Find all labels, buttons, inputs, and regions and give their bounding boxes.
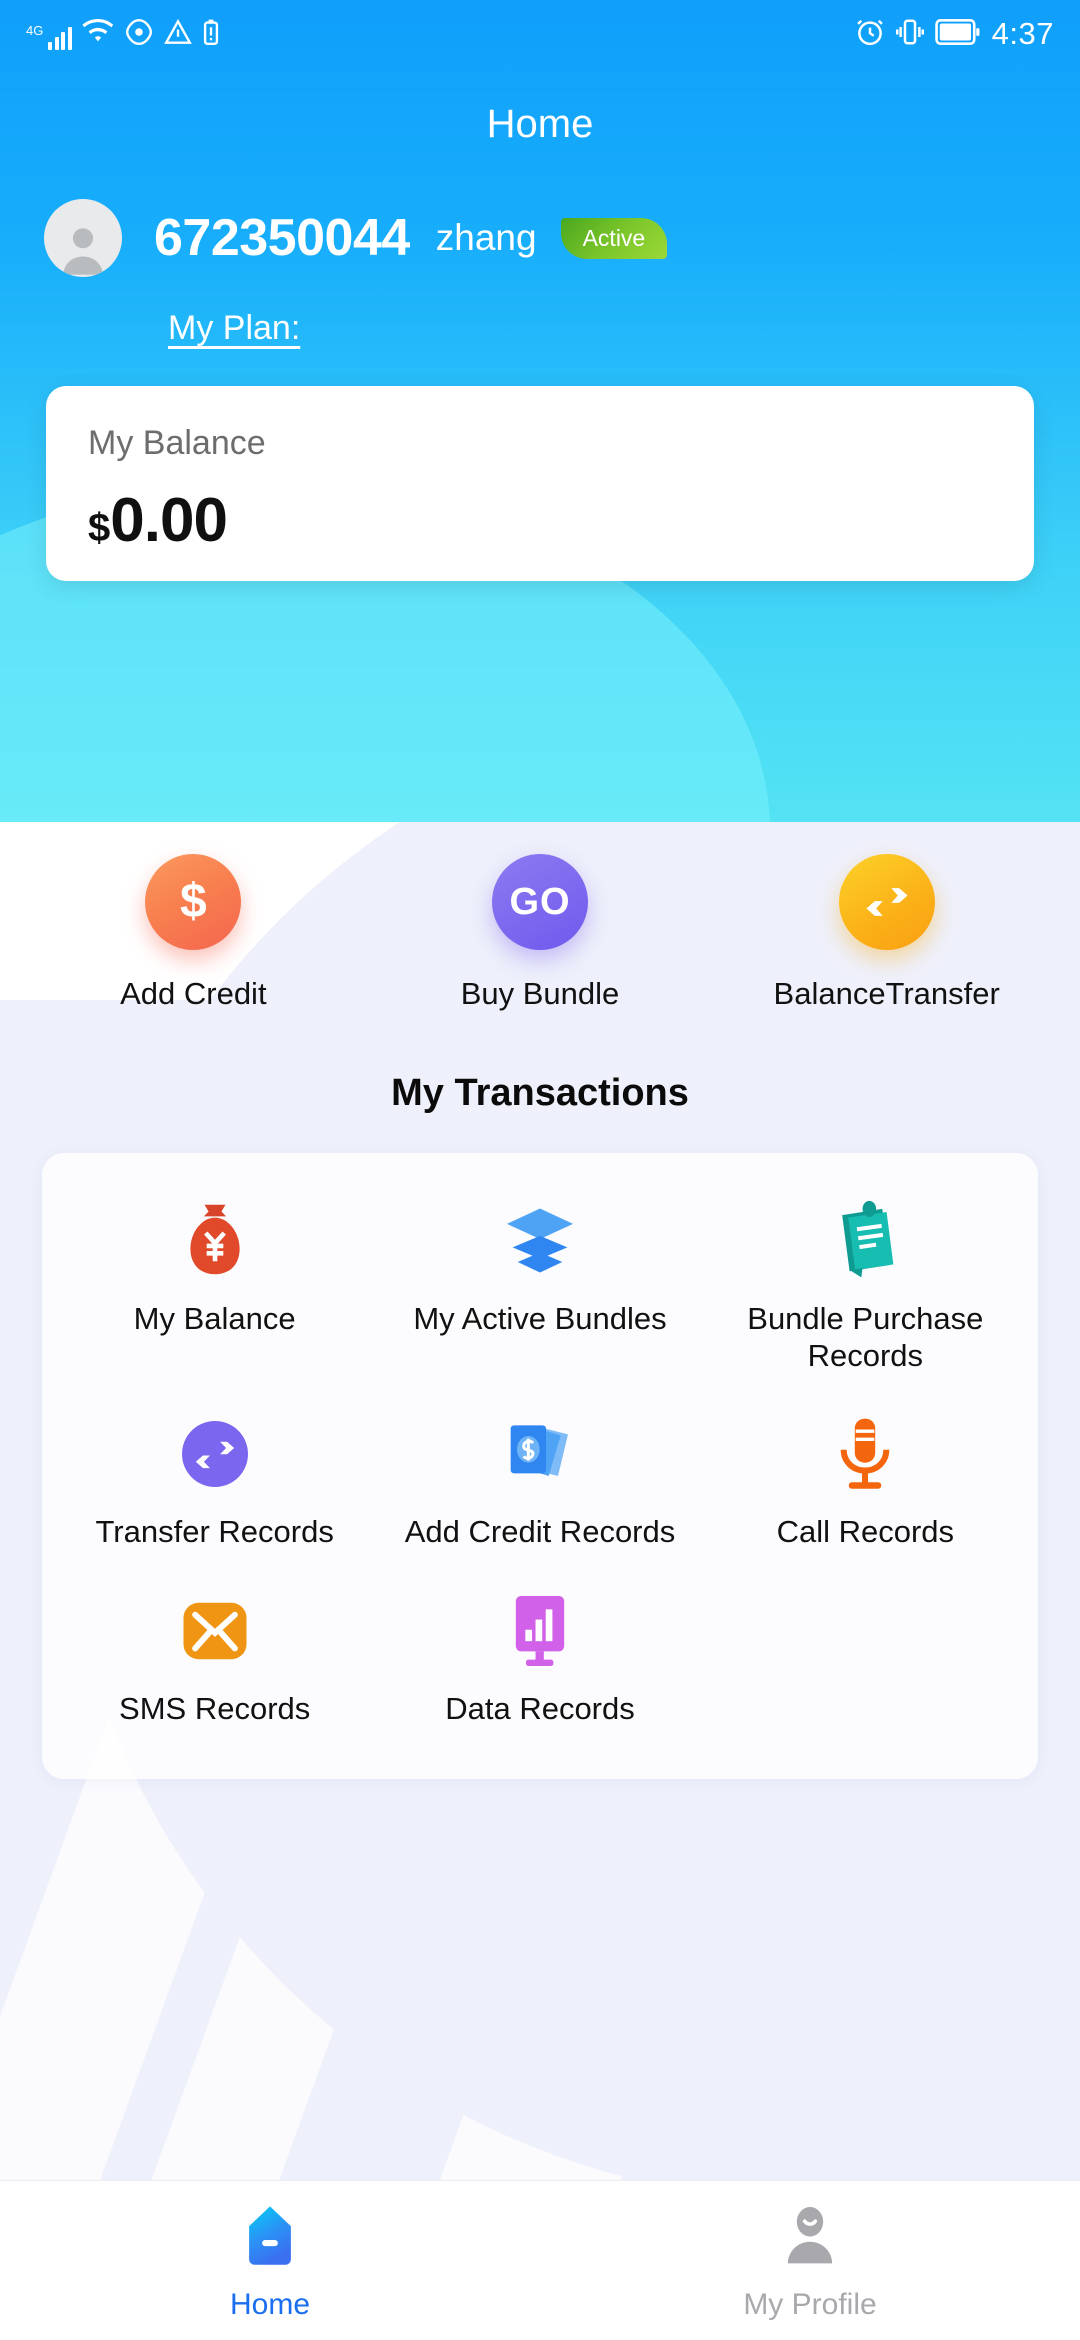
tx-label: Transfer Records <box>95 1514 334 1550</box>
banknotes-icon <box>510 1425 568 1477</box>
tx-item-data-records[interactable]: Data Records <box>377 1569 702 1746</box>
tx-item-sms-records[interactable]: SMS Records <box>52 1569 377 1746</box>
tx-item-my-balance[interactable]: My Balance <box>52 1179 377 1392</box>
monitor-chart-icon <box>515 1595 565 1666</box>
person-icon <box>787 2206 833 2263</box>
tx-icon-wrap <box>500 1195 580 1287</box>
tx-label: My Active Bundles <box>413 1301 667 1336</box>
nav-icon-wrap <box>781 2200 839 2272</box>
home-icon <box>249 2205 291 2265</box>
page-title: Home <box>486 102 594 146</box>
nav-item-my-profile[interactable]: My Profile <box>540 2181 1080 2340</box>
person-avatar-icon <box>63 228 103 275</box>
envelope-icon <box>183 1602 247 1659</box>
status-badge: Active <box>560 217 668 259</box>
quick-actions: $ Add Credit GO Buy Bundle BalanceTransf… <box>0 854 1080 1012</box>
transactions-card: My Balance My Active Bundles Bundle Purc… <box>42 1153 1038 1780</box>
balance-card[interactable]: My Balance $ 0.00 <box>46 386 1034 581</box>
layers-stack-icon <box>506 1208 574 1273</box>
tx-label: SMS Records <box>119 1690 311 1726</box>
tx-label: My Balance <box>133 1301 296 1336</box>
my-plan-link[interactable]: My Plan: <box>0 309 300 348</box>
balance-amount: 0.00 <box>110 486 228 555</box>
balance-value: $ 0.00 <box>88 485 992 556</box>
warning-triangle-icon <box>163 18 193 50</box>
clock-time: 4:37 <box>991 16 1054 51</box>
eye-icon <box>124 18 154 50</box>
alarm-icon <box>855 17 885 52</box>
balance-label: My Balance <box>88 424 266 462</box>
dollar-sign-icon: $ <box>179 875 207 928</box>
tx-icon-wrap <box>832 1408 898 1500</box>
clipboard-icon <box>842 1200 894 1278</box>
quick-action-buy-bundle[interactable]: GO Buy Bundle <box>367 854 714 1012</box>
balance-transfer-button[interactable] <box>838 854 935 950</box>
tx-icon-wrap <box>505 1585 575 1677</box>
tx-label: Bundle Purchase Records <box>747 1301 984 1373</box>
tx-item-add-credit-records[interactable]: Add Credit Records <box>377 1392 702 1569</box>
tx-item-my-active-bundles[interactable]: My Active Bundles <box>377 1179 702 1392</box>
user-msisdn: 672350044 <box>154 209 410 267</box>
tx-item-call-records[interactable]: Call Records <box>703 1392 1028 1569</box>
nav-label-my-profile: My Profile <box>743 2287 877 2321</box>
tx-label: Call Records <box>776 1514 955 1550</box>
network-type-label: 4G <box>26 22 44 38</box>
go-icon: GO <box>509 881 571 923</box>
user-info-row[interactable]: 672350044 zhang Active <box>0 199 1080 277</box>
user-name: zhang <box>435 217 537 258</box>
tx-icon-wrap <box>500 1408 580 1500</box>
nav-label-home: Home <box>229 2287 311 2321</box>
header: 4G 4:37 Home 672350044 zhang Active My P… <box>0 0 1080 822</box>
tx-item-bundle-purchase-records[interactable]: Bundle Purchase Records <box>703 1179 1028 1392</box>
status-bar: 4G 4:37 <box>0 0 1080 68</box>
tx-item-transfer-records[interactable]: Transfer Records <box>52 1392 377 1569</box>
transfer-circle-icon <box>181 1421 248 1488</box>
quick-action-label: Add Credit <box>120 976 267 1011</box>
tx-label: Data Records <box>445 1690 635 1726</box>
tx-icon-wrap <box>178 1195 252 1287</box>
section-title-my-transactions: My Transactions <box>391 1072 689 1114</box>
quick-action-label: BalanceTransfer <box>773 976 1000 1011</box>
bottom-navigation: Home My Profile <box>0 2180 1080 2340</box>
tx-icon-wrap <box>178 1585 252 1677</box>
quick-action-label: Buy Bundle <box>460 976 620 1011</box>
quick-action-balance-transfer[interactable]: BalanceTransfer <box>713 854 1060 1012</box>
quick-action-add-credit[interactable]: $ Add Credit <box>20 854 367 1012</box>
avatar[interactable] <box>44 199 122 277</box>
tx-icon-wrap <box>828 1195 902 1287</box>
add-credit-button[interactable]: $ <box>145 854 242 950</box>
balance-currency: $ <box>88 506 111 550</box>
status-bar-left: 4G <box>26 18 220 50</box>
wifi-icon <box>81 18 115 50</box>
tx-label: Add Credit Records <box>404 1514 676 1550</box>
microphone-icon <box>841 1418 890 1489</box>
nav-item-home[interactable]: Home <box>0 2181 540 2340</box>
signal-bars-icon <box>48 26 72 50</box>
status-bar-right: 4:37 <box>855 16 1054 52</box>
battery-alert-icon <box>202 19 220 50</box>
battery-icon <box>934 18 981 50</box>
tx-icon-wrap <box>179 1408 251 1500</box>
money-bag-icon <box>190 1204 240 1275</box>
buy-bundle-button[interactable]: GO <box>492 854 588 950</box>
transfer-arrows-icon <box>866 888 908 916</box>
nav-icon-wrap <box>241 2200 299 2272</box>
vibrate-icon <box>895 17 924 52</box>
transactions-grid: My Balance My Active Bundles Bundle Purc… <box>52 1179 1028 1745</box>
